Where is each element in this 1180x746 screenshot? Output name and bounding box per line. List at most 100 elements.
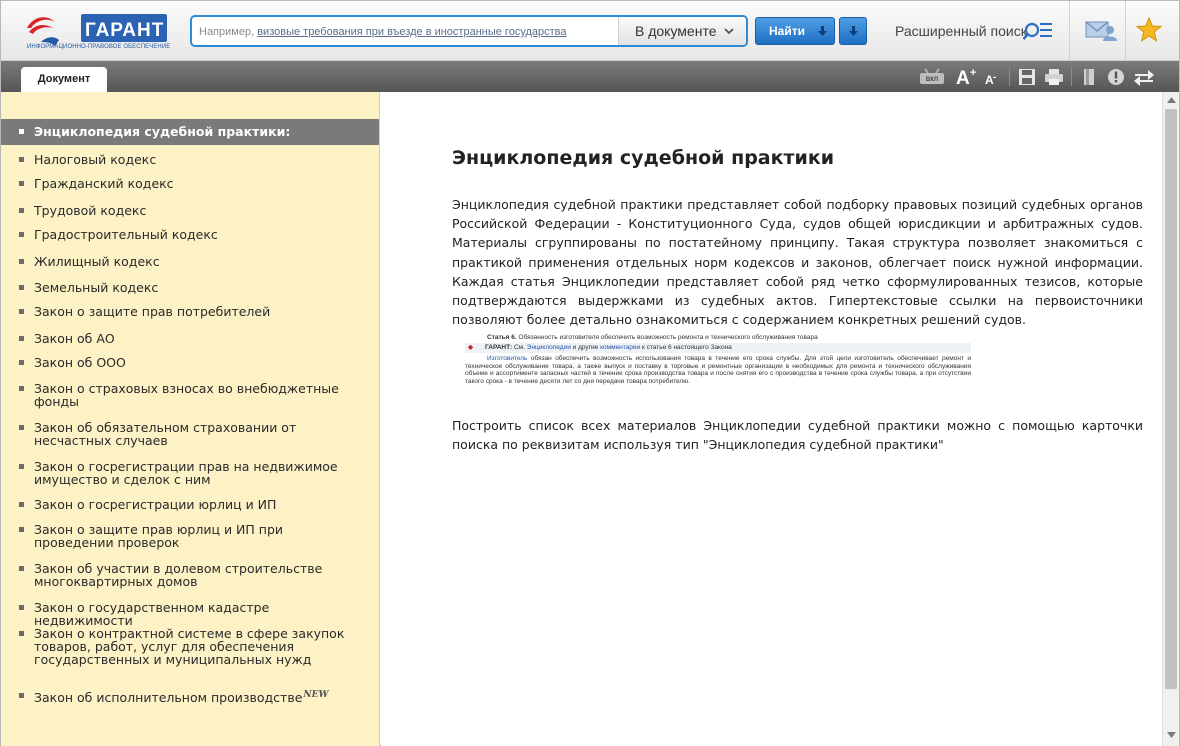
save-icon[interactable] bbox=[1017, 66, 1037, 88]
sidebar-item-label: Градостроительный кодекс bbox=[34, 227, 218, 242]
sidebar-item-real-estate-cadastre[interactable]: Закон о государственном кадастре недвижи… bbox=[1, 594, 379, 627]
chevron-down-icon bbox=[724, 28, 734, 35]
bullet-icon bbox=[19, 259, 24, 264]
bullet-icon bbox=[19, 605, 24, 610]
example-garant-note: ◆ ГАРАНТ: См. Энциклопедии и другие комм… bbox=[465, 343, 971, 353]
sidebar-list: Энциклопедия судебной практики: Налоговы… bbox=[1, 119, 379, 708]
advanced-search-link[interactable]: Расширенный поиск bbox=[895, 23, 1027, 39]
sidebar-item-label: Гражданский кодекс bbox=[34, 176, 174, 191]
sidebar-item-inspections-protection[interactable]: Закон о защите прав юрлиц и ИП при прове… bbox=[1, 516, 379, 556]
find-next-button[interactable] bbox=[839, 17, 867, 45]
app-window: ГАРАНТ ИНФОРМАЦИОННО-ПРАВОВОЕ ОБЕСПЕЧЕНИ… bbox=[0, 0, 1180, 746]
sidebar-item-insurance-contributions[interactable]: Закон о страховых взносах во внебюджетны… bbox=[1, 375, 379, 415]
bullet-icon bbox=[19, 208, 24, 213]
example-body-text: обязан обеспечить возможность использова… bbox=[465, 355, 971, 385]
sidebar-item-land-code[interactable]: Земельный кодекс bbox=[1, 273, 379, 298]
bookmark-icon[interactable] bbox=[1079, 66, 1099, 88]
tab-document[interactable]: Документ bbox=[21, 67, 107, 92]
swap-arrows-icon[interactable] bbox=[1132, 66, 1156, 88]
document-title: Энциклопедия судебной практики bbox=[452, 147, 835, 169]
vkl-toggle-icon[interactable]: ВКЛ bbox=[919, 66, 945, 88]
document-paragraph: Построить список всех материалов Энцикло… bbox=[452, 418, 1143, 453]
sidebar-item-enforcement-proceedings[interactable]: Закон об исполнительном производствеNEW bbox=[1, 672, 379, 708]
search-input[interactable]: Например, визовые требования при въезде … bbox=[199, 26, 566, 38]
vkl-label: ВКЛ bbox=[926, 77, 938, 83]
scroll-down-icon[interactable] bbox=[1167, 732, 1176, 738]
header-divider bbox=[1069, 1, 1070, 61]
find-button-label: Найти bbox=[769, 24, 805, 38]
bullet-icon bbox=[19, 631, 24, 636]
bullet-icon bbox=[19, 309, 24, 314]
sidebar-item-label: Земельный кодекс bbox=[34, 280, 159, 295]
sidebar-item-label: Закон об исполнительном производстве bbox=[34, 690, 303, 706]
sidebar-item-label: Закон об ООО bbox=[34, 355, 126, 370]
sidebar-item-housing-code[interactable]: Жилищный кодекс bbox=[1, 247, 379, 273]
sidebar-item-property-registration[interactable]: Закон о госрегистрации прав на недвижимо… bbox=[1, 453, 379, 491]
toolbar-divider bbox=[1009, 68, 1010, 86]
sidebar-item-label: Закон о госрегистрации юрлиц и ИП bbox=[34, 497, 277, 512]
sidebar-item-jsc-law[interactable]: Закон об АО bbox=[1, 324, 379, 349]
sidebar-item-legal-entity-registration[interactable]: Закон о госрегистрации юрлиц и ИП bbox=[1, 491, 379, 516]
example-garant-mid: и другие bbox=[572, 344, 599, 351]
star-icon[interactable] bbox=[1136, 17, 1162, 43]
logo-subtitle: ИНФОРМАЦИОННО-ПРАВОВОЕ ОБЕСПЕЧЕНИЕ bbox=[27, 44, 171, 50]
search-scope-select[interactable]: В документе bbox=[618, 17, 746, 45]
sidebar-item-consumer-rights[interactable]: Закон о защите прав потребителей bbox=[1, 298, 379, 324]
bullet-icon bbox=[19, 566, 24, 571]
sidebar-item-label: Закон о контрактной системе в сфере заку… bbox=[34, 626, 345, 667]
sidebar-item-contract-system[interactable]: Закон о контрактной системе в сфере заку… bbox=[1, 620, 379, 672]
sidebar-item-label: Закон об участии в долевом строительстве… bbox=[34, 561, 323, 589]
sidebar-item-labor-code[interactable]: Трудовой кодекс bbox=[1, 196, 379, 221]
scrollbar-thumb[interactable] bbox=[1165, 109, 1177, 689]
example-article-header: Статья 6. Обязанность изготовителя обесп… bbox=[487, 334, 818, 342]
bullet-icon bbox=[19, 360, 24, 365]
sidebar-item-label: Закон о страховых взносах во внебюджетны… bbox=[34, 381, 339, 409]
sidebar-item-label: Закон о защите прав потребителей bbox=[34, 304, 271, 319]
sidebar-item-label: Жилищный кодекс bbox=[34, 254, 160, 269]
header: ГАРАНТ ИНФОРМАЦИОННО-ПРАВОВОЕ ОБЕСПЕЧЕНИ… bbox=[1, 1, 1179, 61]
search-example-link[interactable]: визовые требования при въезде в иностран… bbox=[257, 26, 566, 38]
toolbar-divider bbox=[1071, 68, 1072, 86]
scroll-up-icon[interactable] bbox=[1167, 97, 1176, 103]
bullet-icon bbox=[19, 181, 24, 186]
example-link: Изготовитель bbox=[487, 355, 528, 362]
sidebar: Энциклопедия судебной практики: Налоговы… bbox=[1, 92, 380, 746]
sidebar-item-urban-planning-code[interactable]: Градостроительный кодекс bbox=[1, 221, 379, 247]
logo-text: ГАРАНТ bbox=[85, 20, 164, 41]
bullet-icon bbox=[19, 386, 24, 391]
sidebar-item-llc-law[interactable]: Закон об ООО bbox=[1, 349, 379, 375]
svg-text:+: + bbox=[970, 67, 976, 79]
sidebar-item-accident-insurance[interactable]: Закон об обязательном страховании от нес… bbox=[1, 415, 379, 453]
document-content: Энциклопедия судебной практики Энциклопе… bbox=[381, 92, 1162, 746]
sidebar-item-label: Налоговый кодекс bbox=[34, 152, 157, 167]
search-box[interactable]: Например, визовые требования при въезде … bbox=[190, 15, 748, 47]
bullet-icon bbox=[19, 527, 24, 532]
example-link: комментарии bbox=[600, 344, 641, 351]
search-icon[interactable] bbox=[1023, 20, 1053, 42]
document-paragraph: Энциклопедия судебной практики представл… bbox=[452, 197, 1143, 328]
example-link: Энциклопедии bbox=[526, 344, 571, 351]
search-placeholder-prefix: Например, bbox=[199, 26, 258, 38]
sidebar-item-label: Закон о защите прав юрлиц и ИП при прове… bbox=[34, 522, 283, 550]
print-icon[interactable] bbox=[1043, 66, 1065, 88]
font-decrease-icon[interactable]: A- bbox=[983, 66, 1001, 88]
search-scope-value: В документе bbox=[635, 23, 717, 39]
vertical-scrollbar[interactable] bbox=[1162, 92, 1179, 746]
sidebar-item-label: Закон об АО bbox=[34, 331, 115, 346]
find-button[interactable]: Найти bbox=[755, 17, 835, 45]
sidebar-item-tax-code[interactable]: Налоговый кодекс bbox=[1, 145, 379, 170]
font-increase-icon[interactable]: A + bbox=[953, 66, 979, 88]
mail-icon[interactable] bbox=[1085, 18, 1117, 42]
garant-mini-logo: ◆ bbox=[468, 344, 473, 351]
example-garant-see: См. bbox=[513, 344, 525, 351]
sidebar-item-label: Трудовой кодекс bbox=[34, 203, 147, 218]
sidebar-item-label: Закон об обязательном страховании от нес… bbox=[34, 420, 297, 448]
info-alert-icon[interactable] bbox=[1105, 66, 1127, 88]
document-toolbar: Документ ВКЛ A + A- bbox=[1, 61, 1179, 92]
sidebar-item-civil-code[interactable]: Гражданский кодекс bbox=[1, 170, 379, 196]
example-garant-label: ГАРАНТ: bbox=[485, 344, 513, 351]
example-screenshot: Статья 6. Обязанность изготовителя обесп… bbox=[465, 332, 971, 396]
sidebar-item-shared-construction[interactable]: Закон об участии в долевом строительстве… bbox=[1, 556, 379, 594]
new-badge: NEW bbox=[303, 690, 329, 700]
sidebar-item-encyclopedia[interactable]: Энциклопедия судебной практики: bbox=[1, 119, 379, 145]
